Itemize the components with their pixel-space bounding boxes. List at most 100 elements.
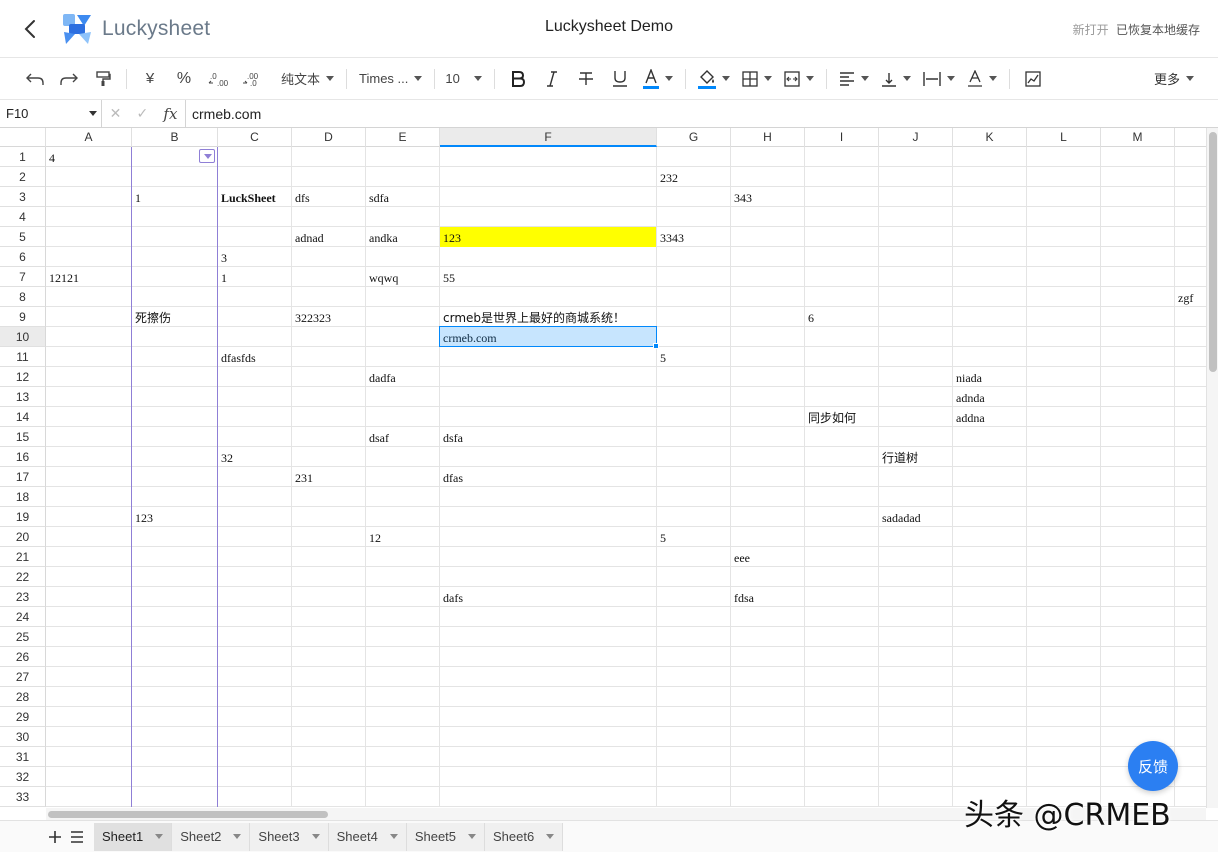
column-header-m[interactable]: M bbox=[1101, 128, 1175, 147]
cell-f7[interactable]: 55 bbox=[440, 267, 656, 287]
cell-a1[interactable]: 4 bbox=[46, 147, 131, 167]
cell-c7[interactable]: 1 bbox=[218, 267, 291, 287]
column-header-n[interactable] bbox=[1175, 128, 1206, 147]
vertical-align-button[interactable] bbox=[875, 64, 917, 94]
cell-d5[interactable]: adnad bbox=[292, 227, 365, 247]
filter-dropdown-icon[interactable] bbox=[199, 149, 215, 163]
currency-format-button[interactable]: ¥ bbox=[133, 64, 167, 94]
cell-i14[interactable]: 同步如何 bbox=[805, 407, 878, 427]
column-header-e[interactable]: E bbox=[366, 128, 440, 147]
sheet-tab-sheet6[interactable]: Sheet6 bbox=[485, 822, 564, 851]
font-size-dropdown[interactable]: 10 bbox=[441, 64, 487, 94]
underline-button[interactable] bbox=[603, 64, 637, 94]
row-header-23[interactable]: 23 bbox=[0, 587, 46, 607]
row-header-25[interactable]: 25 bbox=[0, 627, 46, 647]
cell-area[interactable]: 4 232 1 LuckSheet dfs sdfa 343 adnad andka 123 334… bbox=[46, 147, 1206, 807]
cell-c3[interactable]: LuckSheet bbox=[218, 187, 291, 207]
sheet-tab-sheet2[interactable]: Sheet2 bbox=[172, 822, 251, 851]
cell-e20[interactable]: 12 bbox=[366, 527, 439, 547]
row-header-4[interactable]: 4 bbox=[0, 207, 46, 227]
row-header-21[interactable]: 21 bbox=[0, 547, 46, 567]
row-header-10[interactable]: 10 bbox=[0, 327, 46, 347]
cell-k14[interactable]: addna bbox=[953, 407, 1026, 427]
bold-button[interactable] bbox=[501, 64, 535, 94]
cell-h21[interactable]: eee bbox=[731, 547, 804, 567]
row-header-16[interactable]: 16 bbox=[0, 447, 46, 467]
back-icon[interactable] bbox=[20, 18, 42, 40]
text-rotate-button[interactable] bbox=[961, 64, 1003, 94]
cell-g11[interactable]: 5 bbox=[657, 347, 730, 367]
select-all-corner[interactable] bbox=[0, 128, 46, 147]
row-header-2[interactable]: 2 bbox=[0, 167, 46, 187]
format-painter-button[interactable] bbox=[86, 64, 120, 94]
redo-button[interactable] bbox=[52, 64, 86, 94]
column-header-j[interactable]: J bbox=[879, 128, 953, 147]
cell-g2[interactable]: 232 bbox=[657, 167, 730, 187]
cell-f5[interactable]: 123 bbox=[440, 227, 656, 247]
number-format-dropdown[interactable]: 纯文本 bbox=[275, 64, 340, 94]
chevron-down-icon[interactable] bbox=[233, 834, 242, 839]
sheet-tab-sheet3[interactable]: Sheet3 bbox=[250, 822, 329, 851]
percent-format-button[interactable]: % bbox=[167, 64, 201, 94]
cell-k13[interactable]: adnda bbox=[953, 387, 1026, 407]
row-header-31[interactable]: 31 bbox=[0, 747, 46, 767]
cell-n8[interactable]: zgf bbox=[1175, 287, 1206, 307]
text-wrap-button[interactable] bbox=[917, 64, 961, 94]
cell-g20[interactable]: 5 bbox=[657, 527, 730, 547]
cell-name-box[interactable]: F10 bbox=[0, 99, 102, 128]
function-icon[interactable]: fx bbox=[163, 105, 177, 123]
column-header-a[interactable]: A bbox=[46, 128, 132, 147]
fill-color-button[interactable] bbox=[692, 64, 736, 94]
column-header-g[interactable]: G bbox=[657, 128, 731, 147]
spreadsheet-grid[interactable]: ABCDEFGHIJKLM 1 2 3 4 5 6 7 8 9 10 11 12 13 14 15 16 17 1… bbox=[0, 128, 1206, 808]
column-header-b[interactable]: B bbox=[132, 128, 218, 147]
chevron-down-icon[interactable] bbox=[311, 834, 320, 839]
cell-e3[interactable]: sdfa bbox=[366, 187, 439, 207]
cell-f9[interactable]: crmeb是世界上最好的商城系统！ bbox=[440, 307, 656, 327]
chevron-down-icon[interactable] bbox=[546, 834, 555, 839]
cell-f15[interactable]: dsfa bbox=[440, 427, 656, 447]
undo-button[interactable] bbox=[18, 64, 52, 94]
scrollbar-thumb[interactable] bbox=[48, 811, 328, 818]
sheet-tab-sheet4[interactable]: Sheet4 bbox=[328, 822, 407, 851]
row-header-5[interactable]: 5 bbox=[0, 227, 46, 247]
horizontal-align-button[interactable] bbox=[833, 64, 875, 94]
row-header-13[interactable]: 13 bbox=[0, 387, 46, 407]
cell-a7[interactable]: 12121 bbox=[46, 267, 131, 287]
cell-e12[interactable]: dadfa bbox=[366, 367, 439, 387]
sheet-tab-sheet5[interactable]: Sheet5 bbox=[406, 822, 486, 851]
font-family-dropdown[interactable]: Times ... bbox=[353, 64, 428, 94]
cell-e5[interactable]: andka bbox=[366, 227, 439, 247]
decrease-decimal-button[interactable]: .0.00 bbox=[201, 64, 235, 94]
confirm-icon[interactable]: ✓ bbox=[136, 105, 148, 122]
chevron-down-icon[interactable] bbox=[468, 834, 477, 839]
row-header-3[interactable]: 3 bbox=[0, 187, 46, 207]
fill-handle[interactable] bbox=[653, 343, 659, 349]
row-header-15[interactable]: 15 bbox=[0, 427, 46, 447]
cell-e15[interactable]: dsaf bbox=[366, 427, 439, 447]
row-header-18[interactable]: 18 bbox=[0, 487, 46, 507]
column-header-h[interactable]: H bbox=[731, 128, 805, 147]
row-header-26[interactable]: 26 bbox=[0, 647, 46, 667]
cell-c16[interactable]: 32 bbox=[218, 447, 291, 467]
column-header-c[interactable]: C bbox=[218, 128, 292, 147]
cell-d3[interactable]: dfs bbox=[292, 187, 365, 207]
border-button[interactable] bbox=[736, 64, 778, 94]
row-header-8[interactable]: 8 bbox=[0, 287, 46, 307]
chevron-down-icon[interactable] bbox=[389, 834, 398, 839]
cell-g5[interactable]: 3343 bbox=[657, 227, 730, 247]
row-header-19[interactable]: 19 bbox=[0, 507, 46, 527]
column-header-k[interactable]: K bbox=[953, 128, 1027, 147]
cell-k12[interactable]: niada bbox=[953, 367, 1026, 387]
row-header-33[interactable]: 33 bbox=[0, 787, 46, 807]
scrollbar-thumb[interactable] bbox=[1209, 132, 1217, 372]
row-header-20[interactable]: 20 bbox=[0, 527, 46, 547]
add-sheet-button[interactable] bbox=[44, 825, 66, 849]
column-header-l[interactable]: L bbox=[1027, 128, 1101, 147]
feedback-button[interactable]: 反馈 bbox=[1128, 741, 1178, 791]
row-header-12[interactable]: 12 bbox=[0, 367, 46, 387]
cell-h23[interactable]: fdsa bbox=[731, 587, 804, 607]
insert-chart-button[interactable] bbox=[1016, 64, 1050, 94]
chevron-down-icon[interactable] bbox=[155, 834, 164, 839]
row-header-27[interactable]: 27 bbox=[0, 667, 46, 687]
